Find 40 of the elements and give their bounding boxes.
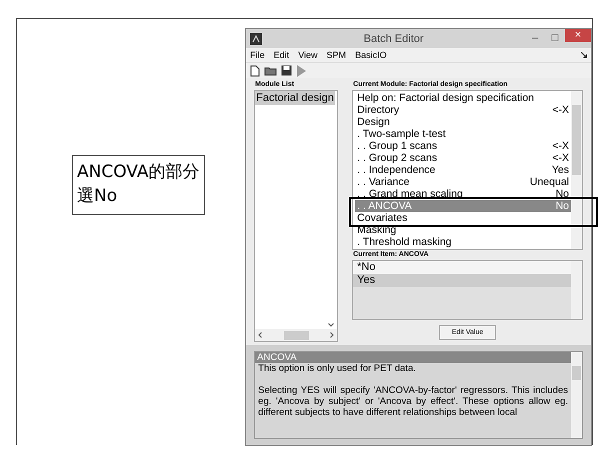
window-title: Batch Editor <box>362 32 425 44</box>
tree-row[interactable]: . Threshold masking <box>355 236 571 248</box>
tree-row[interactable]: Directory <-X <box>355 104 571 116</box>
tree-row[interactable]: . . Group 1 scans <-X <box>355 140 571 152</box>
callout-text: 選No <box>77 185 118 208</box>
option-item[interactable]: *No <box>353 261 571 274</box>
tree-row[interactable]: . . ANCOVA No <box>355 200 571 212</box>
menu-item[interactable]: Edit <box>274 50 290 60</box>
menu-item[interactable]: View <box>298 50 318 60</box>
help-paragraph: Selecting YES will specify 'ANCOVA-by-factor' regressors. This includes eg. 'Ancova by subject' or 'Ancova by effect'. These options allow eg. different subjects to have different relationships between local <box>257 385 569 418</box>
new-file-icon[interactable] <box>250 64 260 76</box>
scrollbar-thumb[interactable] <box>284 330 309 340</box>
save-icon[interactable] <box>281 65 292 76</box>
scrollbar[interactable] <box>571 352 582 438</box>
menu-item[interactable]: BasicIO <box>355 50 387 60</box>
tree-row[interactable]: . Two-sample t-test <box>355 128 571 140</box>
menu-item[interactable]: SPM <box>326 50 346 60</box>
maximize-button[interactable]: □ <box>545 32 565 45</box>
tree-row[interactable]: . . Variance Unequal <box>355 176 571 188</box>
tree-row[interactable]: . . Group 2 scans <-X <box>355 152 571 164</box>
scrollbar[interactable] <box>571 91 582 249</box>
module-item[interactable]: Factorial design <box>255 91 335 105</box>
open-folder-icon[interactable] <box>264 65 278 76</box>
callout-text: ANCOVA的部分 <box>77 161 200 184</box>
scroll-down-icon[interactable] <box>328 323 334 327</box>
help-paragraph: This option is only used for PET data. <box>257 363 417 374</box>
tree-row[interactable]: Design <box>355 116 571 128</box>
tree-row[interactable]: Help on: Factorial design specification <box>355 92 571 104</box>
scroll-right-icon[interactable] <box>330 332 334 338</box>
tree-row[interactable]: . . Independence Yes <box>355 164 571 176</box>
option-item[interactable]: Yes <box>353 274 571 287</box>
dock-arrow-icon[interactable] <box>581 52 587 58</box>
scrollbar[interactable] <box>571 261 582 319</box>
app-icon <box>250 32 262 44</box>
menu-item[interactable]: File <box>250 50 265 60</box>
scroll-left-icon[interactable] <box>258 332 262 338</box>
tree-row[interactable]: Covariates <box>355 212 571 224</box>
help-title: ANCOVA <box>255 352 571 363</box>
minimize-button[interactable]: – <box>525 32 545 45</box>
close-button[interactable]: × <box>565 29 591 42</box>
